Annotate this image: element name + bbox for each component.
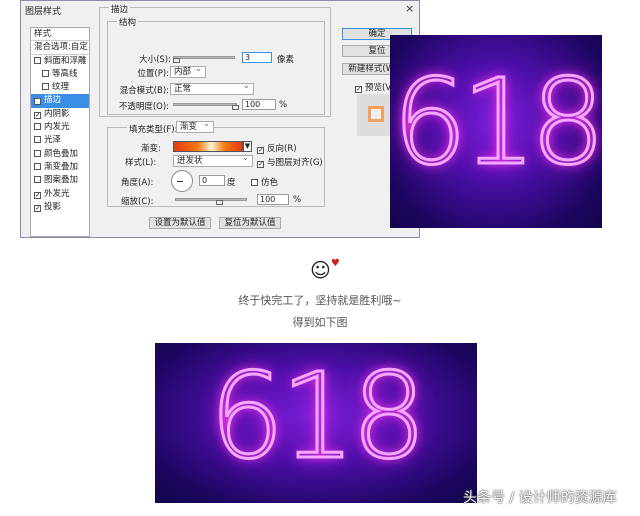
stroke-title: 描边 [109,3,131,15]
style-list-header[interactable]: 样式 [31,28,89,42]
opacity-slider[interactable] [173,103,239,110]
dither-label: 仿色 [261,178,279,188]
style-item[interactable]: ✓ 内阴影 [31,108,89,121]
dither-checkbox[interactable]: 仿色 [251,176,278,188]
size-unit: 像素 [277,55,295,65]
scale-slider[interactable] [175,198,247,205]
checkbox[interactable] [34,162,41,170]
checkbox[interactable]: ✓ [34,191,41,199]
preview-checkbox[interactable]: ✓ 预览(V) [355,81,394,93]
style-item-label: 投影 [44,201,62,212]
neon-text: 618 [391,52,602,193]
size-input[interactable]: 3 [242,52,272,63]
reverse-checkbox[interactable]: ✓ 反向(R) [257,142,297,154]
blend-mode-select[interactable]: 正常 [170,81,254,95]
style-item[interactable]: 斜面和浮雕 [31,55,89,68]
style-item-label: 外发光 [44,188,70,199]
checkbox[interactable] [34,123,41,131]
style-item-label: 渐变叠加 [44,161,79,172]
style-item-label: 光泽 [44,135,62,146]
style-item[interactable]: 等高线 [31,68,89,81]
style-item-label: 斜面和浮雕 [44,55,87,66]
checkbox[interactable] [34,56,41,64]
reset-default-button[interactable]: 复位为默认值 [219,217,281,229]
set-default-button[interactable]: 设置为默认值 [149,217,211,229]
style-label: 样式(L): [125,158,157,168]
gradient-swatch[interactable] [173,141,243,152]
scale-label: 缩放(C): [121,197,154,207]
dialog-title: 图层样式 [25,7,62,17]
style-item-label: 等高线 [52,68,78,79]
gradient-dropdown-icon[interactable]: ▼ [243,141,252,152]
style-item-label: 图案叠加 [44,175,79,186]
checkbox[interactable]: ✓ [34,204,41,212]
result-image-618: 618 [155,343,477,503]
style-item-label: 内阴影 [44,108,70,119]
angle-label: 角度(A): [121,178,154,188]
style-item[interactable]: 光泽 [31,134,89,147]
gradient-label: 渐变: [141,144,161,154]
checkbox[interactable] [34,149,41,157]
checkbox[interactable] [42,69,49,77]
position-label: 位置(P): [137,69,169,79]
fill-type-select[interactable]: 渐变 [176,119,214,133]
style-select[interactable]: 迸发状 [173,153,253,167]
size-slider[interactable] [173,56,235,63]
style-item[interactable]: 内发光 [31,121,89,134]
style-item[interactable]: 纹理 [31,81,89,94]
emoji-sticker-icon: ☺♥ [310,258,340,282]
blend-options-item[interactable]: 混合选项:自定 [31,41,89,55]
style-list: 样式 混合选项:自定 斜面和浮雕 等高线 纹理 ✓ 描边 ✓ 内阴影 内发光 光泽 颜色叠加 渐变叠… [30,27,90,237]
caption-line-2: 得到如下图 [292,316,348,329]
scale-unit: % [293,195,302,205]
style-item-label: 纹理 [52,82,70,93]
style-item[interactable]: ✓ 描边 [31,94,89,108]
opacity-unit: % [279,100,288,110]
scale-input[interactable]: 100 [257,194,289,205]
style-item-label: 内发光 [44,122,70,133]
close-icon[interactable]: × [405,2,414,15]
preview-image-618: 618 [390,35,602,228]
align-label: 与图层对齐(G) [267,158,323,168]
style-item[interactable]: 渐变叠加 [31,161,89,174]
style-item[interactable]: ✓ 投影 [31,201,89,214]
checkbox[interactable] [42,83,49,91]
size-label: 大小(S): [139,55,171,65]
style-item-label: 描边 [44,95,62,106]
position-select[interactable]: 内部 [170,64,206,78]
checkbox[interactable]: ✓ [34,111,41,119]
style-item-label: 颜色叠加 [44,148,79,159]
align-checkbox[interactable]: ✓ 与图层对齐(G) [257,156,323,168]
blend-mode-label: 混合模式(B): [119,86,169,96]
slider-knob[interactable] [173,58,180,63]
slider-knob[interactable] [216,200,223,205]
slider-knob[interactable] [232,105,239,110]
angle-dial[interactable] [171,170,193,192]
neon-text: 618 [208,346,428,487]
opacity-label: 不透明度(O): [118,102,169,112]
watermark: 头条号 / 设计师的资源库 [463,490,617,506]
caption-line-1: 终于快完工了，坚持就是胜利哦~ [238,294,402,307]
angle-input[interactable]: 0 [199,175,225,186]
checkbox[interactable] [34,176,41,184]
structure-label: 结构 [117,16,139,28]
fill-type-label: 填充类型(F): [127,123,180,135]
checkbox[interactable]: ✓ [34,98,41,106]
reverse-label: 反向(R) [267,144,297,154]
style-item[interactable]: ✓ 外发光 [31,188,89,201]
opacity-input[interactable]: 100 [242,99,276,110]
checkbox[interactable] [34,136,41,144]
layer-style-dialog: 图层样式 × 样式 混合选项:自定 斜面和浮雕 等高线 纹理 ✓ 描边 ✓ 内阴影 内发光 光泽… [20,0,420,238]
style-item[interactable]: 颜色叠加 [31,148,89,161]
angle-unit: 度 [227,178,236,188]
style-item[interactable]: 图案叠加 [31,174,89,187]
